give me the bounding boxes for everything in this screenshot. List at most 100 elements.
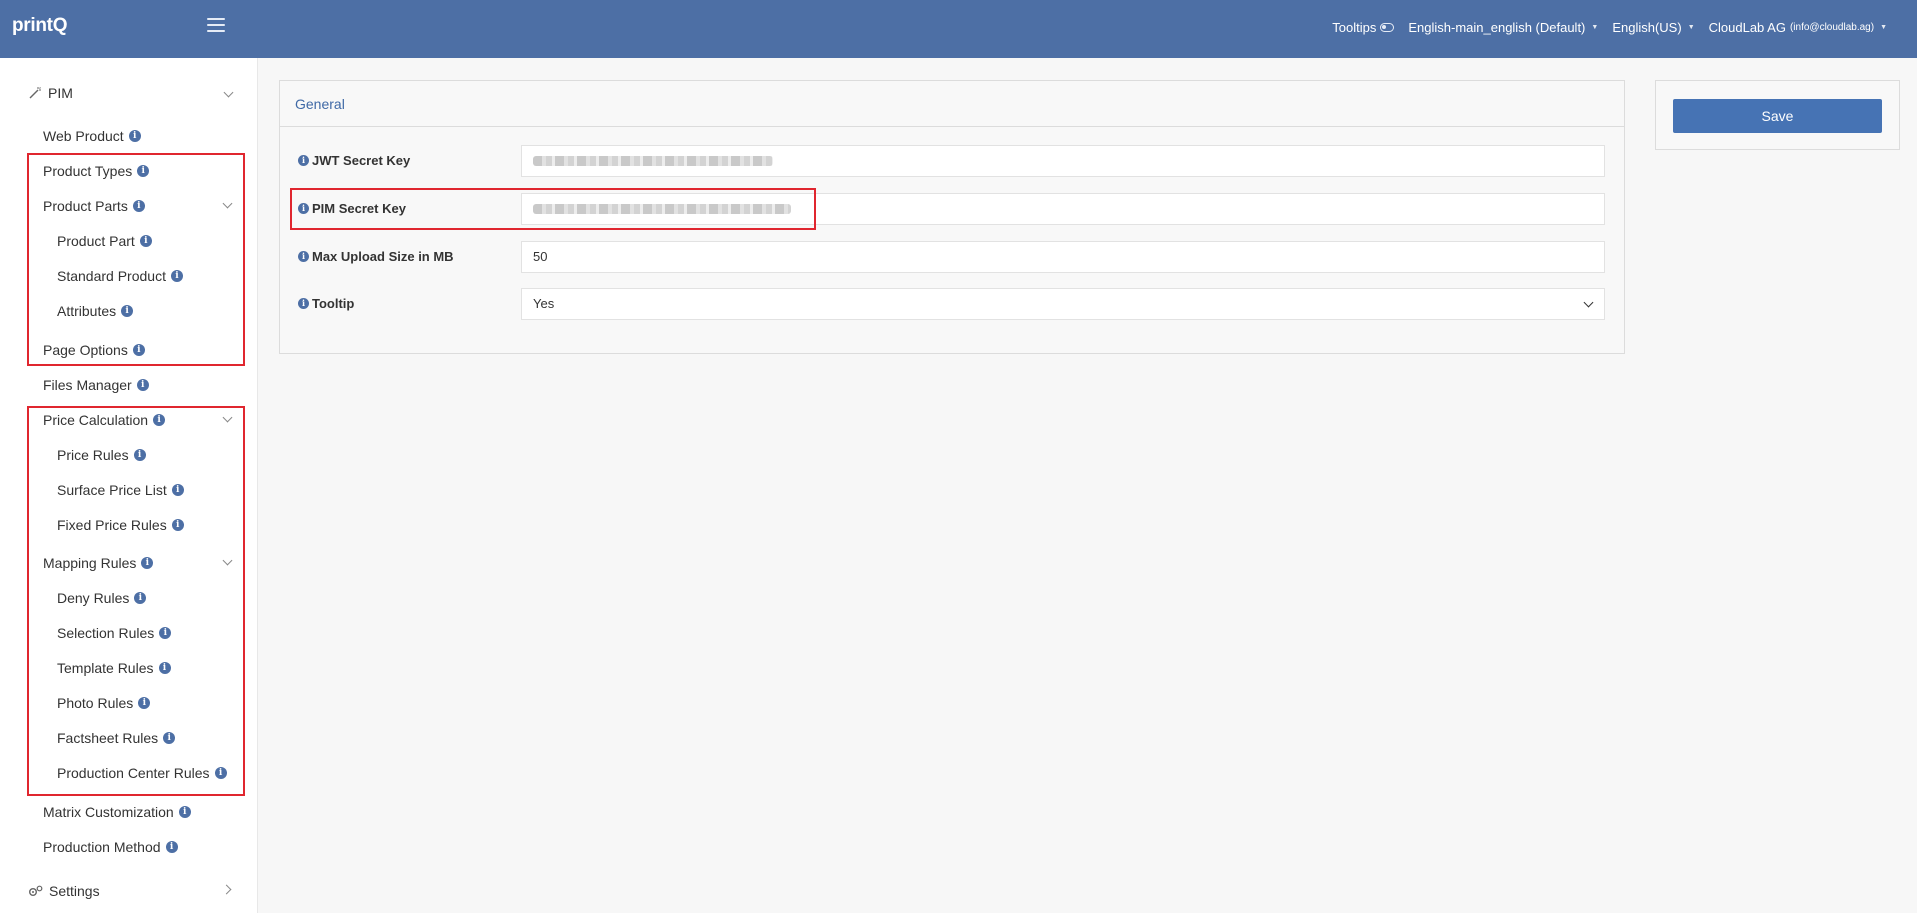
save-button[interactable]: Save bbox=[1673, 99, 1882, 133]
tooltips-label: Tooltips bbox=[1332, 20, 1377, 35]
sidebar-item-label: Template Rules bbox=[57, 660, 154, 676]
top-nav: Tooltips English-main_english (Default) … bbox=[1318, 20, 1887, 35]
sidebar-item-label: Fixed Price Rules bbox=[57, 517, 167, 533]
info-icon: i bbox=[134, 592, 147, 604]
top-bar: printQ Tooltips English-main_english (De… bbox=[0, 0, 1917, 58]
caret-down-icon: ▼ bbox=[1880, 24, 1887, 31]
sidebar-item-fixed-price-rules[interactable]: Fixed Price Rules i bbox=[57, 517, 315, 533]
info-icon: i bbox=[128, 130, 141, 142]
info-icon: i bbox=[138, 697, 151, 709]
sidebar-item-product-part[interactable]: Product Part i bbox=[57, 233, 315, 249]
sidebar-item-photo-rules[interactable]: Photo Rules i bbox=[57, 695, 315, 711]
info-icon: i bbox=[141, 557, 154, 569]
menu-toggle-icon[interactable] bbox=[207, 18, 225, 38]
app-logo[interactable]: printQ bbox=[12, 15, 68, 37]
sidebar-item-label: Product Types bbox=[43, 163, 133, 179]
info-icon: i bbox=[153, 414, 166, 426]
sidebar-item-price-rules[interactable]: Price Rules i bbox=[57, 447, 315, 463]
sidebar-item-label: Photo Rules bbox=[57, 695, 134, 711]
info-icon: i bbox=[298, 251, 309, 262]
sidebar-item-price-calculation[interactable]: Price Calculation i bbox=[43, 412, 258, 428]
tooltip-label: Tooltip bbox=[312, 296, 355, 311]
info-icon: i bbox=[170, 270, 183, 282]
info-icon: i bbox=[159, 627, 172, 639]
sidebar-item-label: Surface Price List bbox=[57, 482, 167, 498]
info-icon: i bbox=[171, 484, 184, 496]
sidebar-item-label: Production Method bbox=[43, 839, 161, 855]
sidebar-item-production-center-rules[interactable]: Production Center Rules i bbox=[57, 765, 315, 781]
upload-size-label: Max Upload Size in MB bbox=[312, 249, 454, 264]
sidebar-item-factsheet-rules[interactable]: Factsheet Rules i bbox=[57, 730, 315, 746]
upload-size-label-wrap: i Max Upload Size in MB bbox=[298, 249, 454, 264]
sidebar-item-settings[interactable]: Settings bbox=[0, 883, 258, 899]
sidebar-item-surface-price-list[interactable]: Surface Price List i bbox=[57, 482, 315, 498]
locale-dropdown[interactable]: English(US) ▼ bbox=[1612, 20, 1694, 35]
sidebar-item-label: Files Manager bbox=[43, 377, 132, 393]
user-dropdown[interactable]: CloudLab AG (info@cloudlab.ag) ▼ bbox=[1709, 20, 1887, 35]
caret-down-icon: ▼ bbox=[1591, 24, 1599, 31]
sidebar-item-label: Standard Product bbox=[57, 268, 166, 284]
tooltip-select-value: Yes bbox=[533, 296, 555, 311]
sidebar-item-product-parts[interactable]: Product Parts i bbox=[43, 198, 258, 214]
sidebar-item-deny-rules[interactable]: Deny Rules i bbox=[57, 590, 315, 606]
tooltip-select[interactable]: Yes bbox=[521, 288, 1605, 320]
sidebar-item-product-types[interactable]: Product Types i bbox=[43, 163, 301, 179]
user-name: CloudLab AG bbox=[1708, 20, 1786, 35]
sidebar-item-label: Production Center Rules bbox=[57, 765, 210, 781]
sidebar-section-label: PIM bbox=[48, 85, 73, 101]
info-icon: i bbox=[158, 662, 171, 674]
info-icon: i bbox=[139, 235, 152, 247]
sidebar-section-pim[interactable]: PIM bbox=[0, 85, 258, 101]
info-icon: i bbox=[178, 806, 191, 818]
tooltip-label-wrap: i Tooltip bbox=[298, 296, 354, 311]
locale-label: English(US) bbox=[1612, 20, 1682, 35]
chevron-down-icon bbox=[223, 87, 234, 98]
jwt-secret-label-wrap: i JWT Secret Key bbox=[298, 153, 410, 168]
info-icon: i bbox=[137, 165, 150, 177]
sidebar-item-selection-rules[interactable]: Selection Rules i bbox=[57, 625, 315, 641]
sidebar-item-production-method[interactable]: Production Method i bbox=[43, 839, 301, 855]
sidebar-item-page-options[interactable]: Page Options i bbox=[43, 342, 301, 358]
sidebar-item-mapping-rules[interactable]: Mapping Rules i bbox=[43, 555, 258, 571]
card-title: General bbox=[280, 81, 1624, 127]
sidebar-item-template-rules[interactable]: Template Rules i bbox=[57, 660, 315, 676]
info-icon: i bbox=[133, 449, 146, 461]
sidebar-item-label: Price Rules bbox=[57, 447, 129, 463]
sidebar-item-matrix-customization[interactable]: Matrix Customization i bbox=[43, 804, 301, 820]
redacted-value bbox=[533, 156, 773, 166]
sidebar-item-label: Deny Rules bbox=[57, 590, 130, 606]
highlight-box bbox=[290, 188, 816, 230]
chevron-down-icon bbox=[222, 412, 233, 423]
sidebar-item-label: Matrix Customization bbox=[43, 804, 174, 820]
sidebar-item-label: Product Parts bbox=[43, 198, 128, 214]
sidebar-item-label: Web Product bbox=[43, 128, 124, 144]
user-email: (info@cloudlab.ag) bbox=[1789, 22, 1875, 33]
store-label: English-main_english (Default) bbox=[1408, 20, 1586, 35]
info-icon: i bbox=[165, 841, 178, 853]
info-icon: i bbox=[298, 298, 309, 309]
wand-icon bbox=[28, 86, 42, 100]
info-icon: i bbox=[163, 732, 176, 744]
tooltips-toggle[interactable]: Tooltips bbox=[1332, 20, 1395, 35]
info-icon: i bbox=[171, 519, 184, 531]
sidebar: PIM Web Product i Product Types i Product … bbox=[0, 58, 258, 913]
sidebar-item-standard-product[interactable]: Standard Product i bbox=[57, 268, 315, 284]
sidebar-item-attributes[interactable]: Attributes i bbox=[57, 303, 315, 319]
sidebar-item-label: Price Calculation bbox=[43, 412, 149, 428]
store-dropdown[interactable]: English-main_english (Default) ▼ bbox=[1408, 20, 1598, 35]
gears-icon bbox=[28, 885, 43, 898]
sidebar-item-label: Attributes bbox=[57, 303, 117, 319]
save-panel: Save bbox=[1655, 80, 1900, 150]
sidebar-item-label: Factsheet Rules bbox=[57, 730, 159, 746]
sidebar-item-label: Product Part bbox=[57, 233, 135, 249]
upload-size-input[interactable]: 50 bbox=[521, 241, 1605, 273]
chevron-down-icon bbox=[1583, 297, 1594, 308]
sidebar-item-label: Page Options bbox=[43, 342, 128, 358]
jwt-secret-input[interactable] bbox=[521, 145, 1605, 177]
sidebar-item-label: Mapping Rules bbox=[43, 555, 137, 571]
sidebar-item-files-manager[interactable]: Files Manager i bbox=[43, 377, 301, 393]
info-icon: i bbox=[136, 379, 149, 391]
sidebar-item-web-product[interactable]: Web Product i bbox=[43, 128, 301, 144]
toggle-icon[interactable] bbox=[1380, 23, 1395, 32]
general-settings-card: General i JWT Secret Key i PIM Secret Key … bbox=[279, 80, 1625, 354]
